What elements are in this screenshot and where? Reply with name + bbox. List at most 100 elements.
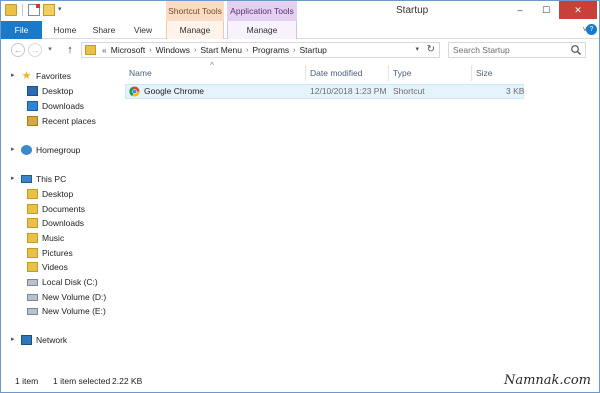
nav-pc-documents[interactable]: Documents bbox=[27, 202, 85, 216]
nav-label: Desktop bbox=[42, 189, 74, 199]
drive-icon bbox=[27, 293, 38, 301]
network-icon bbox=[21, 335, 32, 345]
downloads-icon bbox=[27, 101, 38, 111]
file-size: 3 KB bbox=[506, 86, 525, 96]
column-header-size[interactable]: Size bbox=[471, 65, 524, 81]
nav-this-pc[interactable]: This PC bbox=[21, 172, 66, 186]
nav-label: Pictures bbox=[42, 248, 73, 258]
homegroup-icon bbox=[21, 145, 32, 155]
up-button[interactable]: ↑ bbox=[63, 43, 77, 57]
nav-label: Downloads bbox=[42, 101, 85, 111]
expander-icon[interactable]: ▸ bbox=[11, 333, 15, 347]
nav-favorites-recent-places[interactable]: Recent places bbox=[27, 114, 96, 128]
nav-pc-volume-e[interactable]: New Volume (E:) bbox=[27, 304, 106, 318]
help-icon[interactable]: ? bbox=[586, 24, 597, 35]
nav-favorites-desktop[interactable]: Desktop bbox=[27, 84, 73, 98]
nav-pc-volume-d[interactable]: New Volume (D:) bbox=[27, 290, 106, 304]
file-list: ^ Name Date modified Type Size Google Ch… bbox=[113, 61, 599, 371]
table-row[interactable]: Google Chrome 12/10/2018 1:23 PM Shortcu… bbox=[125, 84, 524, 99]
expander-icon[interactable]: ▸ bbox=[11, 69, 15, 83]
chevron-right-icon[interactable]: › bbox=[194, 47, 196, 54]
ribbon-tabs: File Home Share View Manage Manage ˅ ? bbox=[1, 21, 599, 39]
watermark: Namnak.com bbox=[503, 373, 591, 388]
customize-toolbar-icon[interactable]: ▾ bbox=[58, 4, 65, 16]
nav-label: Favorites bbox=[36, 71, 71, 81]
nav-label: Videos bbox=[42, 262, 68, 272]
nav-label: Network bbox=[36, 335, 68, 345]
chrome-icon bbox=[129, 86, 140, 97]
window-title: Startup bbox=[396, 5, 429, 16]
folder-icon bbox=[85, 45, 96, 55]
nav-pc-music[interactable]: Music bbox=[27, 231, 64, 245]
column-header-type[interactable]: Type bbox=[388, 65, 471, 81]
chevron-right-icon[interactable]: › bbox=[149, 47, 151, 54]
breadcrumb-item[interactable]: Start Menu bbox=[200, 45, 242, 55]
nav-favorites[interactable]: ★ Favorites bbox=[21, 69, 71, 83]
status-selection: 1 item selected bbox=[53, 376, 111, 386]
column-header-date-modified[interactable]: Date modified bbox=[305, 65, 388, 81]
tab-file[interactable]: File bbox=[1, 21, 42, 39]
nav-label: Local Disk (C:) bbox=[42, 277, 98, 287]
address-bar[interactable]: « Microsoft › Windows › Start Menu › Pro… bbox=[81, 42, 440, 58]
recent-places-icon bbox=[27, 116, 38, 126]
chevron-right-icon[interactable]: › bbox=[246, 47, 248, 54]
pictures-folder-icon bbox=[27, 248, 38, 258]
breadcrumb-item[interactable]: Windows bbox=[156, 45, 190, 55]
breadcrumb: « Microsoft › Windows › Start Menu › Pro… bbox=[102, 43, 327, 57]
expander-icon[interactable]: ▸ bbox=[11, 143, 15, 157]
folder-icon bbox=[5, 4, 17, 16]
nav-pc-videos[interactable]: Videos bbox=[27, 260, 68, 274]
search-icon[interactable] bbox=[570, 44, 582, 56]
expander-icon[interactable]: ▸ bbox=[11, 172, 15, 186]
drive-icon bbox=[27, 278, 38, 286]
nav-label: New Volume (D:) bbox=[42, 292, 107, 302]
drive-icon bbox=[27, 307, 38, 315]
window-controls: – ☐ ✕ bbox=[507, 1, 597, 19]
downloads-folder-icon bbox=[27, 218, 38, 228]
status-selection-size: 2.22 KB bbox=[112, 376, 143, 386]
tab-manage-shortcut[interactable]: Manage bbox=[166, 21, 224, 39]
nav-label: Documents bbox=[42, 204, 85, 214]
breadcrumb-item[interactable]: Programs bbox=[252, 45, 289, 55]
minimize-button[interactable]: – bbox=[507, 1, 533, 19]
toolbar-divider bbox=[22, 4, 23, 16]
nav-label: This PC bbox=[36, 174, 67, 184]
nav-pc-local-disk-c[interactable]: Local Disk (C:) bbox=[27, 275, 98, 289]
chevron-right-icon[interactable]: › bbox=[293, 47, 295, 54]
column-headers: ^ Name Date modified Type Size bbox=[113, 61, 599, 81]
new-folder-icon[interactable] bbox=[43, 4, 55, 16]
nav-network[interactable]: Network bbox=[21, 333, 67, 347]
nav-label: New Volume (E:) bbox=[42, 306, 106, 316]
nav-pc-pictures[interactable]: Pictures bbox=[27, 246, 73, 260]
maximize-button[interactable]: ☐ bbox=[533, 1, 559, 19]
tab-view[interactable]: View bbox=[127, 21, 159, 39]
desktop-folder-icon bbox=[27, 189, 38, 199]
tab-manage-application[interactable]: Manage bbox=[227, 21, 297, 39]
column-header-name[interactable]: Name bbox=[125, 65, 305, 81]
refresh-icon[interactable]: ↻ bbox=[427, 43, 435, 57]
nav-favorites-downloads[interactable]: Downloads bbox=[27, 99, 84, 113]
nav-pc-downloads[interactable]: Downloads bbox=[27, 216, 84, 230]
desktop-icon bbox=[27, 86, 38, 96]
recent-locations-button[interactable]: ▾ bbox=[45, 43, 55, 57]
address-dropdown-icon[interactable]: ▾ bbox=[415, 43, 419, 57]
star-icon: ★ bbox=[21, 70, 32, 82]
nav-homegroup[interactable]: Homegroup bbox=[21, 143, 80, 157]
properties-icon[interactable] bbox=[28, 4, 40, 16]
breadcrumb-item[interactable]: Microsoft bbox=[111, 45, 145, 55]
file-name: Google Chrome bbox=[144, 86, 205, 96]
nav-pc-desktop[interactable]: Desktop bbox=[27, 187, 73, 201]
documents-folder-icon bbox=[27, 204, 38, 214]
status-bar: 1 item 1 item selected 2.22 KB Namnak.co… bbox=[1, 373, 599, 392]
tab-share[interactable]: Share bbox=[88, 21, 120, 39]
close-button[interactable]: ✕ bbox=[559, 1, 597, 19]
tab-home[interactable]: Home bbox=[49, 21, 81, 39]
back-button[interactable]: ← bbox=[11, 43, 25, 57]
search-input[interactable] bbox=[449, 43, 567, 57]
breadcrumb-overflow-button[interactable]: « bbox=[102, 45, 107, 55]
breadcrumb-item[interactable]: Startup bbox=[300, 45, 327, 55]
file-date-modified: 12/10/2018 1:23 PM bbox=[310, 86, 387, 96]
navigation-bar: ← → ▾ ↑ « Microsoft › Windows › Start Me… bbox=[1, 40, 599, 60]
forward-button[interactable]: → bbox=[28, 43, 42, 57]
videos-folder-icon bbox=[27, 262, 38, 272]
